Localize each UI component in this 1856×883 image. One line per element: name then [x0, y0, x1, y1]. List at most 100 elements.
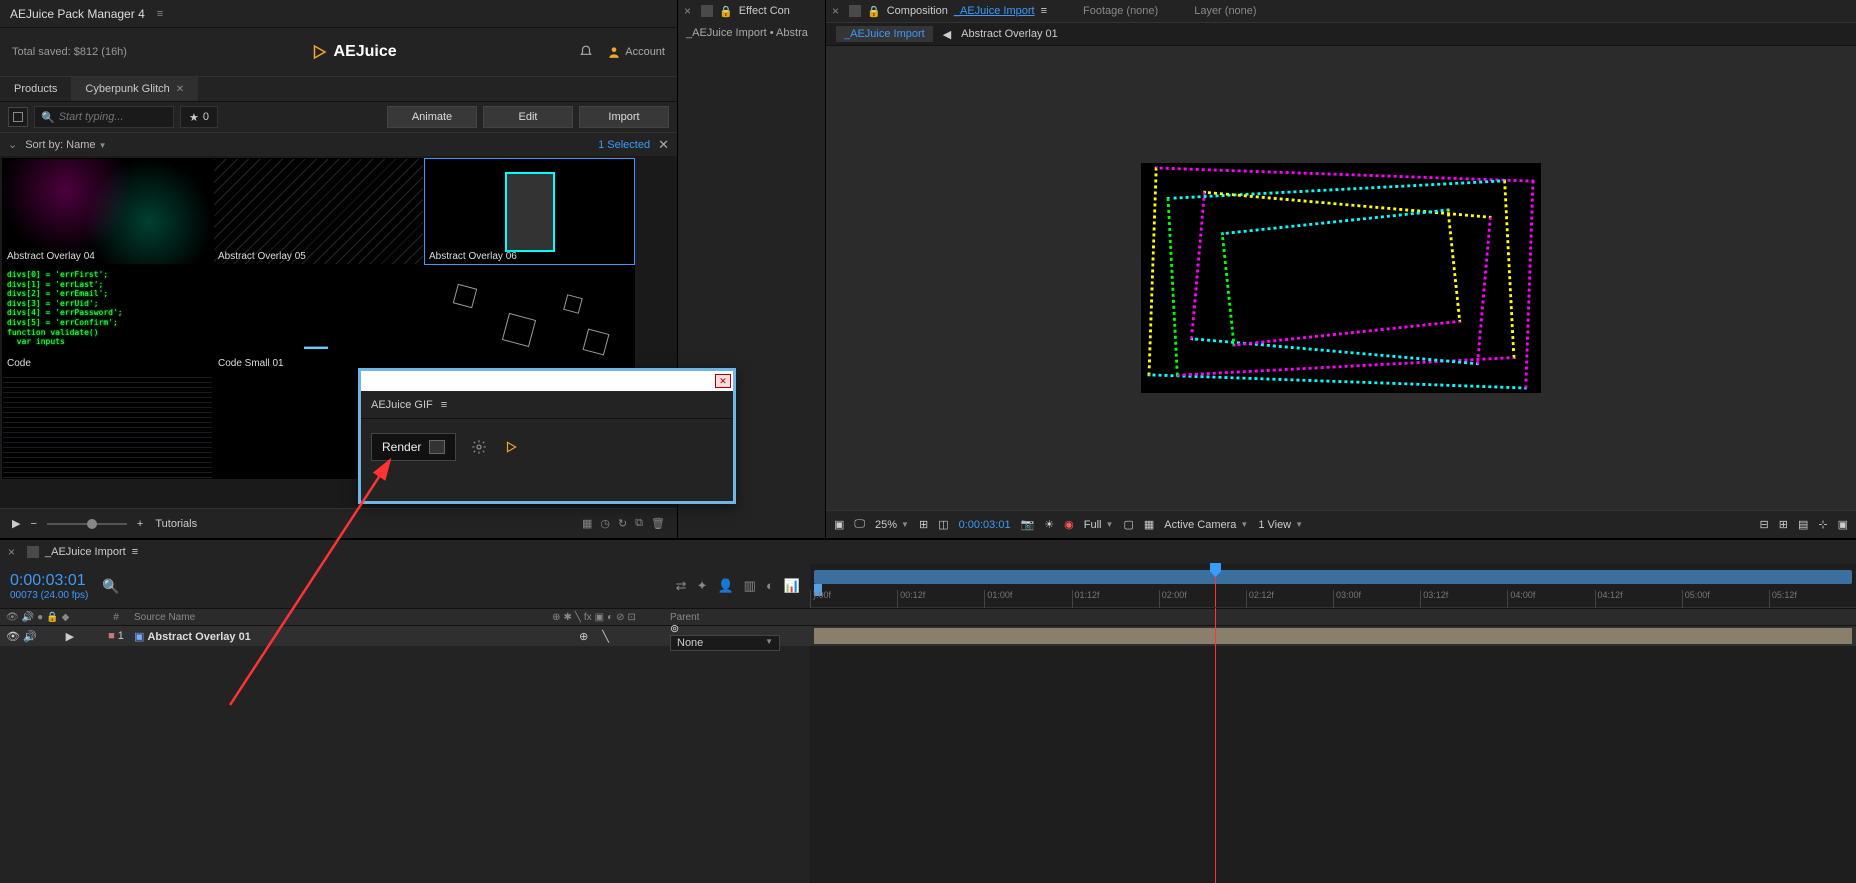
favorites-chip[interactable]: ★ 0 — [180, 106, 218, 128]
plus-icon[interactable]: + — [137, 518, 143, 530]
switch-icon[interactable]: ╲ — [575, 612, 581, 623]
edit-button[interactable]: Edit — [483, 106, 573, 128]
tutorials-link[interactable]: Tutorials — [155, 518, 197, 530]
clear-selection-icon[interactable]: ✕ — [658, 137, 669, 153]
render-button[interactable]: Render — [371, 433, 456, 461]
panel-menu-icon[interactable]: ≡ — [1041, 5, 1047, 17]
collapse-transform-icon[interactable]: ⊕ — [579, 630, 588, 643]
footer-timecode[interactable]: 0:00:03:01 — [959, 519, 1011, 531]
pickwhip-icon[interactable]: ⊚ — [670, 623, 679, 635]
tl-frame-blend-icon[interactable]: ▥ — [744, 578, 756, 594]
mask-icon[interactable]: ◫ — [938, 518, 948, 531]
panel-menu-icon[interactable]: ≡ — [132, 546, 138, 558]
lock-column-icon[interactable]: 🔒 — [46, 612, 58, 623]
search-timeline-icon[interactable]: 🔍 — [102, 578, 119, 595]
thumb-abstract-overlay-06[interactable]: Abstract Overlay 06 — [424, 158, 635, 265]
import-button[interactable]: Import — [579, 106, 669, 128]
composition-name[interactable]: _AEJuice Import — [954, 5, 1035, 17]
zoom-dropdown[interactable]: 25%▼ — [875, 519, 909, 531]
exposure-icon[interactable]: ☀ — [1044, 518, 1054, 531]
timeline-layer-row[interactable]: 👁 🔊 ▶ ■ 1 ▣ Abstract Overlay 01 ⊕ ╲ ⊚ No… — [0, 626, 810, 646]
chevron-left-icon[interactable]: ◀ — [943, 28, 951, 41]
audio-icon[interactable]: 🔊 — [23, 630, 37, 643]
layer-color-icon[interactable]: ■ — [108, 630, 115, 642]
switch-icon[interactable]: ⊕ — [552, 612, 560, 623]
resolution-dropdown[interactable]: Full▼ — [1084, 519, 1114, 531]
footage-tab[interactable]: Footage (none) — [1083, 5, 1158, 17]
aejuice-gif-window[interactable]: ✕ AEJuice GIF ≡ Render — [358, 368, 736, 504]
window-close-button[interactable]: ✕ — [715, 374, 731, 388]
tl-graph-icon[interactable]: 📊 — [784, 578, 800, 594]
copy-icon[interactable]: ⧉ — [635, 517, 643, 530]
close-icon[interactable]: × — [684, 4, 691, 18]
source-name-column[interactable]: Source Name — [126, 612, 524, 623]
render-queue-icon[interactable]: ▣ — [1838, 518, 1848, 531]
zoom-slider[interactable] — [47, 523, 127, 525]
close-icon[interactable]: × — [832, 4, 839, 18]
switch-icon[interactable]: ▣ — [595, 612, 604, 623]
search-input[interactable] — [59, 111, 167, 123]
snapshot-icon[interactable]: 📷 — [1021, 518, 1035, 531]
account-button[interactable]: Account — [607, 45, 665, 59]
channels-icon[interactable]: ◉ — [1064, 518, 1074, 531]
thumb-cubes[interactable] — [424, 265, 635, 372]
gif-titlebar[interactable]: ✕ — [361, 371, 733, 391]
layer-tab[interactable]: Layer (none) — [1194, 5, 1256, 17]
eye-icon[interactable]: 👁 — [6, 630, 20, 643]
animate-button[interactable]: Animate — [387, 106, 477, 128]
tab-cyberpunk-glitch[interactable]: Cyberpunk Glitch ✕ — [71, 77, 198, 101]
sort-dropdown[interactable]: Sort by: Name ▼ — [25, 139, 106, 151]
eye-column-icon[interactable]: 👁 — [6, 612, 19, 623]
bell-icon[interactable] — [579, 45, 593, 59]
composition-viewer[interactable] — [826, 46, 1856, 510]
solo-column-icon[interactable]: ● — [37, 612, 43, 623]
lock-icon[interactable]: 🔒 — [867, 5, 881, 18]
tl-motion-blur-icon[interactable]: ◐ — [766, 578, 774, 594]
tl-shy-icon[interactable]: 👤 — [717, 578, 733, 594]
resolution-icon[interactable]: ⊞ — [919, 518, 928, 531]
camera-dropdown[interactable]: Active Camera▼ — [1164, 519, 1248, 531]
quality-icon[interactable]: ╲ — [602, 630, 609, 643]
panel-menu-icon[interactable]: ≡ — [157, 8, 163, 20]
comp-breadcrumb-item[interactable]: Abstract Overlay 01 — [961, 28, 1058, 40]
thumb-code-small-01[interactable]: ▬▬▬Code Small 01 — [213, 265, 424, 372]
tl-fx-icon[interactable]: ✦ — [697, 578, 708, 594]
flowchart-icon[interactable]: ⊹ — [1818, 518, 1827, 531]
timeline-frames[interactable]: 00073 (24.00 fps) — [10, 590, 88, 601]
switch-icon[interactable]: ✱ — [563, 612, 571, 623]
switch-icon[interactable]: ⊘ — [616, 612, 624, 623]
panel-menu-icon[interactable]: ≡ — [441, 399, 447, 411]
collapse-icon[interactable]: ⌄ — [8, 138, 17, 151]
refresh-icon[interactable]: ↻ — [618, 517, 627, 530]
aejuice-mini-icon[interactable] — [502, 438, 520, 456]
thumb-item[interactable] — [2, 372, 213, 479]
thumb-abstract-overlay-05[interactable]: Abstract Overlay 05 — [213, 158, 424, 265]
grid-icon[interactable]: ▦ — [1144, 518, 1154, 531]
twirl-icon[interactable]: ▶ — [66, 630, 74, 643]
switch-icon[interactable]: fx — [584, 612, 592, 623]
parent-dropdown[interactable]: None▼ — [670, 635, 780, 651]
grid-view-icon[interactable]: ▦ — [582, 517, 592, 530]
layer-duration-bar[interactable] — [814, 628, 1852, 644]
playhead[interactable] — [1215, 564, 1216, 607]
switch-icon[interactable]: ⊡ — [628, 612, 636, 623]
switch-icon[interactable]: ◐ — [607, 612, 613, 623]
timeline-right[interactable]: ):00f00:12f01:00f01:12f02:00f02:12f03:00… — [810, 564, 1856, 883]
minus-icon[interactable]: − — [30, 518, 36, 530]
lock-icon[interactable]: 🔒 — [719, 5, 733, 18]
play-icon[interactable]: ▶ — [12, 517, 20, 530]
timeline-tab[interactable]: _AEJuice Import ≡ — [27, 546, 138, 558]
gear-icon[interactable] — [470, 438, 488, 456]
label-column-icon[interactable]: ◆ — [62, 612, 70, 623]
thumb-abstract-overlay-04[interactable]: Abstract Overlay 04 — [2, 158, 213, 265]
thumb-code[interactable]: divs[0] = 'errFirst'; divs[1] = 'errLast… — [2, 265, 213, 372]
display-icon[interactable]: 🖵 — [854, 518, 865, 531]
comp-tab-active[interactable]: _AEJuice Import — [836, 26, 933, 42]
timeline-timecode[interactable]: 0:00:03:01 — [10, 572, 88, 590]
trash-icon[interactable]: 🗑 — [651, 517, 665, 530]
tl-tool-icon[interactable]: ⇄ — [676, 578, 687, 594]
time-ruler[interactable]: ):00f00:12f01:00f01:12f02:00f02:12f03:00… — [810, 564, 1856, 608]
timeline-icon[interactable]: ▤ — [1798, 518, 1808, 531]
layer-bar-row[interactable] — [810, 626, 1856, 646]
clock-icon[interactable]: ◷ — [600, 517, 610, 530]
